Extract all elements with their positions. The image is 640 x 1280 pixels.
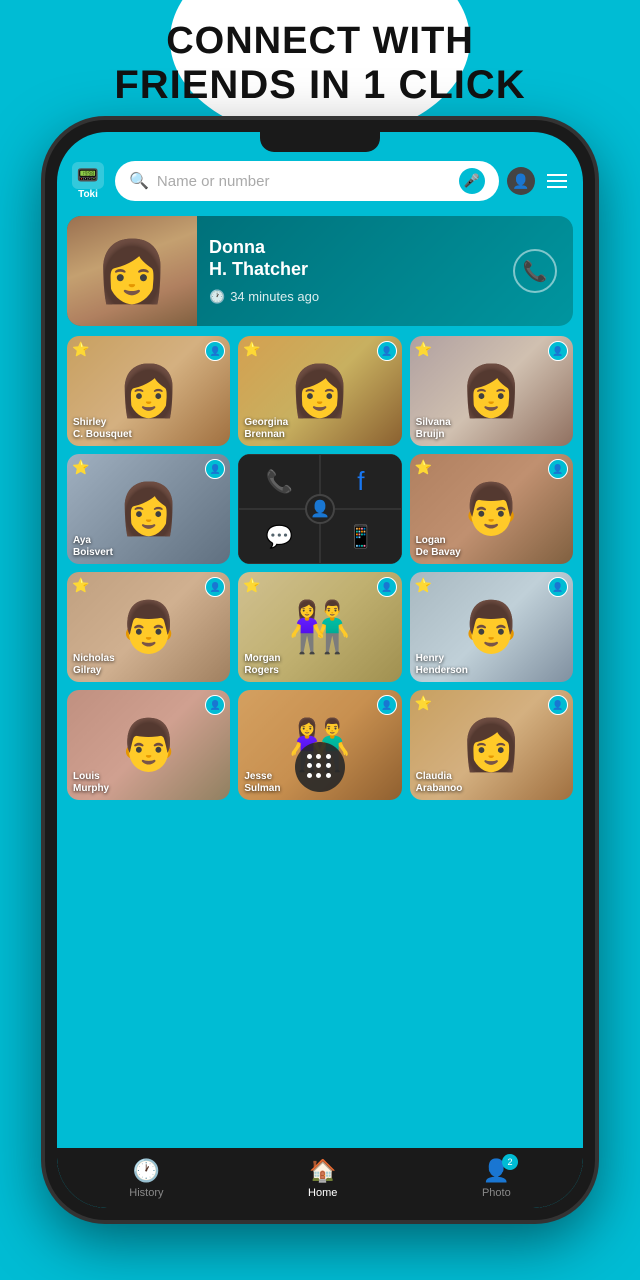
header-avatar[interactable]: 👤 <box>507 167 535 195</box>
featured-contact-time: 🕐 34 minutes ago <box>209 289 501 305</box>
contact-card-silvana[interactable]: 👩 ⭐ 👤 SilvanaBruijn <box>410 336 573 446</box>
search-bar[interactable]: 🔍 Name or number 🎤 <box>115 161 499 201</box>
history-icon: 🕐 <box>133 1158 160 1184</box>
star-badge-morgan: ⭐ <box>243 577 260 594</box>
toki-icon: 📟 <box>72 162 104 189</box>
contact-name-aya: AyaBoisvert <box>73 535 113 559</box>
photo-icon-wrap: 👤 2 <box>483 1158 510 1184</box>
promo-header: CONNECT WITH FRIENDS IN 1 CLICK <box>0 20 640 108</box>
promo-line1: CONNECT WITH <box>0 20 640 63</box>
photo-badge: 2 <box>502 1154 518 1170</box>
contact-card-claudia[interactable]: 👩 ⭐ 👤 ClaudiaArabanoo <box>410 690 573 800</box>
nav-photo-label: Photo <box>482 1187 511 1199</box>
phone-screen: 📟 Toki 🔍 Name or number 🎤 👤 👩 <box>57 132 583 1208</box>
contact-card-nicholas[interactable]: 👨 ⭐ 👤 NicholasGilray <box>67 572 230 682</box>
star-badge-shirley: ⭐ <box>72 341 89 358</box>
nav-photo[interactable]: 👤 2 Photo <box>482 1158 511 1199</box>
user-badge-logan: 👤 <box>548 459 568 479</box>
nav-home-label: Home <box>308 1187 337 1199</box>
contact-card-louis[interactable]: 👨 ⭐ 👤 LouisMurphy <box>67 690 230 800</box>
contact-name-jesse: JesseSulman <box>244 771 280 795</box>
featured-contact-info: Donna H. Thatcher 🕐 34 minutes ago <box>197 216 513 326</box>
contact-card-aya[interactable]: 👩 ⭐ 👤 AyaBoisvert <box>67 454 230 564</box>
search-icon: 🔍 <box>129 171 149 191</box>
user-badge-morgan: 👤 <box>377 577 397 597</box>
call-icon: 📞 <box>513 249 557 293</box>
contact-name-logan: LoganDe Bavay <box>416 535 461 559</box>
contact-name-henry: HenryHenderson <box>416 653 468 677</box>
home-icon: 🏠 <box>309 1158 336 1184</box>
star-badge-logan: ⭐ <box>415 459 432 476</box>
contact-grid: 👩 ⭐ 👤 ShirleyC. Bousquet 👩 ⭐ 👤 GeorginaB… <box>67 336 573 800</box>
phone-notch <box>260 132 380 152</box>
contact-card-georgina[interactable]: 👩 ⭐ 👤 GeorginaBrennan <box>238 336 401 446</box>
featured-contact-card[interactable]: 👩 Donna H. Thatcher 🕐 34 minutes ago 📞 <box>67 216 573 326</box>
star-badge-georgina: ⭐ <box>243 341 260 358</box>
contact-name-silvana: SilvanaBruijn <box>416 417 451 441</box>
app-header: 📟 Toki 🔍 Name or number 🎤 👤 <box>57 154 583 208</box>
star-badge-claudia: ⭐ <box>415 695 432 712</box>
contact-name-shirley: ShirleyC. Bousquet <box>73 417 132 441</box>
nav-home[interactable]: 🏠 Home <box>308 1158 337 1199</box>
user-badge-claudia: 👤 <box>548 695 568 715</box>
dialpad-grid <box>307 754 333 780</box>
contact-name-morgan: MorganRogers <box>244 653 280 677</box>
star-badge-henry: ⭐ <box>415 577 432 594</box>
bottom-navigation: 🕐 History 🏠 Home 👤 2 Photo <box>57 1148 583 1208</box>
contact-name-georgina: GeorginaBrennan <box>244 417 288 441</box>
contact-card-morgan[interactable]: 👫 ⭐ 👤 MorganRogers <box>238 572 401 682</box>
contact-name-louis: LouisMurphy <box>73 771 109 795</box>
content-area: 👩 Donna H. Thatcher 🕐 34 minutes ago 📞 <box>57 208 583 1148</box>
star-badge-silvana: ⭐ <box>415 341 432 358</box>
promo-line2: FRIENDS IN 1 CLICK <box>0 63 640 108</box>
social-center-person: 👤 <box>305 494 335 524</box>
user-badge-georgina: 👤 <box>377 341 397 361</box>
contact-card-logan[interactable]: 👨 ⭐ 👤 LoganDe Bavay <box>410 454 573 564</box>
social-links-card[interactable]: 📞 f 💬 📱 👤 <box>238 454 401 564</box>
user-badge-silvana: 👤 <box>548 341 568 361</box>
contact-name-nicholas: NicholasGilray <box>73 653 115 677</box>
phone-frame: 📟 Toki 🔍 Name or number 🎤 👤 👩 <box>45 120 595 1220</box>
contact-card-henry[interactable]: 👨 ⭐ 👤 HenryHenderson <box>410 572 573 682</box>
featured-call-button[interactable]: 📞 <box>513 216 573 326</box>
user-badge-jesse: 👤 <box>377 695 397 715</box>
search-placeholder: Name or number <box>157 173 451 190</box>
contact-name-claudia: ClaudiaArabanoo <box>416 771 463 795</box>
nav-history-label: History <box>129 1187 163 1199</box>
mic-icon[interactable]: 🎤 <box>459 168 485 194</box>
app-logo-label: Toki <box>78 189 98 200</box>
featured-contact-name: Donna H. Thatcher <box>209 237 501 280</box>
star-badge-aya: ⭐ <box>72 459 89 476</box>
featured-contact-photo: 👩 <box>67 216 197 326</box>
star-badge-nicholas: ⭐ <box>72 577 89 594</box>
dialpad-button-jesse[interactable] <box>295 742 345 792</box>
app-logo: 📟 Toki <box>69 162 107 200</box>
nav-history[interactable]: 🕐 History <box>129 1158 163 1199</box>
contact-card-jesse[interactable]: 👫 👤 JesseSulman <box>238 690 401 800</box>
user-badge-henry: 👤 <box>548 577 568 597</box>
contact-card-shirley[interactable]: 👩 ⭐ 👤 ShirleyC. Bousquet <box>67 336 230 446</box>
hamburger-menu-icon[interactable] <box>543 170 571 192</box>
